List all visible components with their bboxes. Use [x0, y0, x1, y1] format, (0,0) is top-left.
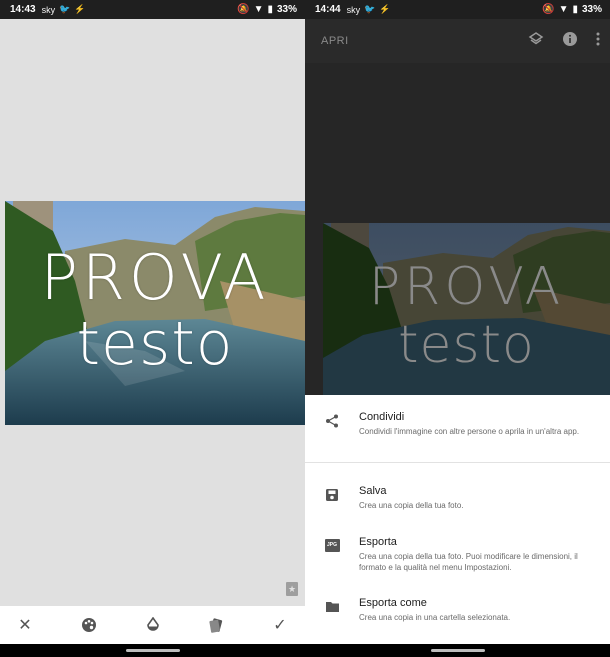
- twitter-icon: 🐦: [59, 4, 71, 14]
- open-button[interactable]: APRI: [321, 35, 349, 47]
- mute-icon: 🔕: [237, 4, 250, 15]
- check-icon[interactable]: ✓: [267, 612, 293, 638]
- menu-item-condividi[interactable]: Condividi Condividi l'immagine con altre…: [305, 411, 610, 437]
- menu-item-desc: Crea una copia della tua foto. Puoi modi…: [359, 552, 578, 572]
- sky-sport-icon: sky: [41, 4, 56, 15]
- twitter-icon: 🐦: [364, 4, 376, 14]
- jpg-file-icon: JPG: [305, 536, 359, 573]
- editor-toolbar: ✕ ✓: [0, 606, 305, 644]
- status-bar: 14:43 sky 🐦 ⚡ 🔕 ▼ ▮ 33%: [0, 0, 305, 19]
- overlay-text-line2: testo: [398, 315, 535, 375]
- sky-sport-icon: sky: [346, 4, 361, 15]
- app-notification-icon: ⚡: [74, 4, 86, 14]
- status-time: 14:44: [315, 4, 341, 15]
- folder-icon: [305, 597, 359, 623]
- divider: [305, 462, 610, 463]
- status-bar: 14:44 sky 🐦 ⚡ 🔕 ▼ ▮ 33%: [305, 0, 610, 19]
- edited-photo-dimmed: PROVA testo: [323, 223, 610, 395]
- left-screen: 14:43 sky 🐦 ⚡ 🔕 ▼ ▮ 33% PROVA testo ★ ✕ …: [0, 0, 305, 657]
- edited-photo[interactable]: PROVA testo: [5, 201, 305, 425]
- opacity-drop-icon[interactable]: [140, 612, 166, 638]
- app-top-bar: APRI: [305, 19, 610, 63]
- overlay-text-line1[interactable]: PROVA: [5, 243, 305, 313]
- battery-percent: 33%: [276, 4, 297, 15]
- menu-item-esporta[interactable]: JPG Esporta Crea una copia della tua fot…: [305, 536, 610, 573]
- right-screen: 14:44 sky 🐦 ⚡ 🔕 ▼ ▮ 33% APRI PROVA testo…: [305, 0, 610, 657]
- home-handle[interactable]: [430, 649, 485, 652]
- style-cards-icon[interactable]: [203, 612, 229, 638]
- menu-item-title: Esporta come: [359, 597, 427, 609]
- mute-icon: 🔕: [542, 4, 555, 15]
- bookmark-star-icon[interactable]: ★: [286, 582, 298, 596]
- more-options-icon[interactable]: [596, 31, 600, 52]
- menu-item-title: Salva: [359, 485, 387, 497]
- overlay-text-line1: PROVA: [368, 257, 565, 317]
- navigation-bar: [305, 644, 610, 657]
- share-bottom-sheet: Condividi Condividi l'immagine con altre…: [305, 395, 610, 644]
- layers-icon[interactable]: [528, 31, 544, 52]
- share-icon: [305, 411, 359, 437]
- info-icon[interactable]: [562, 31, 578, 52]
- save-icon: [305, 485, 359, 511]
- battery-icon: ▮: [572, 4, 578, 15]
- navigation-bar: [0, 644, 305, 657]
- overlay-text-line2[interactable]: testo: [5, 309, 305, 379]
- menu-item-esporta-come[interactable]: Esporta come Crea una copia in una carte…: [305, 597, 610, 623]
- home-handle[interactable]: [125, 649, 180, 652]
- app-notification-icon: ⚡: [379, 4, 391, 14]
- battery-icon: ▮: [267, 4, 273, 15]
- menu-item-salva[interactable]: Salva Crea una copia della tua foto.: [305, 485, 610, 511]
- wifi-icon: ▼: [558, 4, 569, 15]
- wifi-icon: ▼: [253, 4, 264, 15]
- status-time: 14:43: [10, 4, 36, 15]
- battery-percent: 33%: [581, 4, 602, 15]
- close-icon[interactable]: ✕: [12, 612, 38, 638]
- menu-item-title: Esporta: [359, 536, 397, 548]
- palette-icon[interactable]: [76, 612, 102, 638]
- menu-item-title: Condividi: [359, 411, 405, 423]
- menu-item-desc: Crea una copia in una cartella seleziona…: [359, 613, 511, 622]
- menu-item-desc: Crea una copia della tua foto.: [359, 501, 464, 510]
- menu-item-desc: Condividi l'immagine con altre persone o…: [359, 427, 580, 436]
